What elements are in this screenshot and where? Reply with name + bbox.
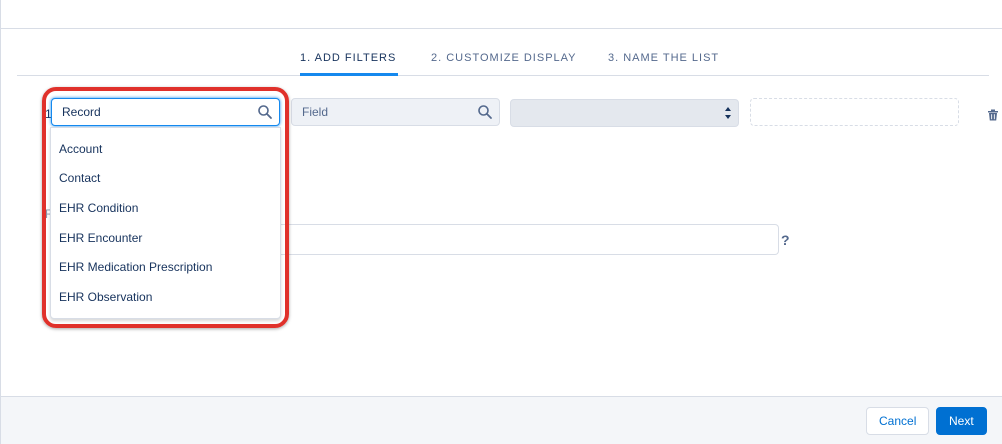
value-input[interactable]: [750, 98, 959, 126]
next-button[interactable]: Next: [936, 407, 987, 435]
dropdown-item-contact[interactable]: Contact: [59, 171, 100, 185]
modal-footer: Cancel Next: [1, 396, 1002, 444]
dropdown-item-ehr-observation[interactable]: EHR Observation: [59, 290, 152, 304]
dropdown-item-ehr-medication-prescription[interactable]: EHR Medication Prescription: [59, 260, 212, 274]
dropdown-item-ehr-encounter[interactable]: EHR Encounter: [59, 231, 142, 245]
record-dropdown: Account Contact EHR Condition EHR Encoun…: [50, 127, 281, 319]
cancel-button[interactable]: Cancel: [866, 407, 930, 435]
trash-icon[interactable]: [987, 108, 999, 121]
dropdown-item-account[interactable]: Account: [59, 142, 102, 156]
search-icon: [257, 104, 273, 120]
active-tab-indicator: [300, 73, 398, 76]
record-input-value: Record: [62, 105, 101, 119]
field-input-placeholder: Field: [302, 105, 329, 119]
help-icon[interactable]: ?: [781, 232, 790, 248]
wizard-tabs: 1. ADD FILTERS 2. CUSTOMIZE DISPLAY 3. N…: [17, 45, 989, 76]
dropdown-item-ehr-condition[interactable]: EHR Condition: [59, 201, 138, 215]
operator-select[interactable]: [510, 99, 739, 127]
tab-customize-display[interactable]: 2. CUSTOMIZE DISPLAY: [431, 52, 577, 64]
list-builder-modal: 1. ADD FILTERS 2. CUSTOMIZE DISPLAY 3. N…: [0, 0, 1002, 444]
tab-name-the-list[interactable]: 3. NAME THE LIST: [608, 52, 719, 64]
search-icon: [477, 104, 493, 120]
record-search-input[interactable]: Record: [51, 98, 280, 126]
select-arrows-icon: [724, 105, 732, 121]
tab-add-filters[interactable]: 1. ADD FILTERS: [300, 52, 396, 64]
field-search-input[interactable]: Field: [291, 98, 500, 126]
filter-logic-input[interactable]: [281, 224, 779, 255]
header-divider: [1, 28, 1002, 29]
